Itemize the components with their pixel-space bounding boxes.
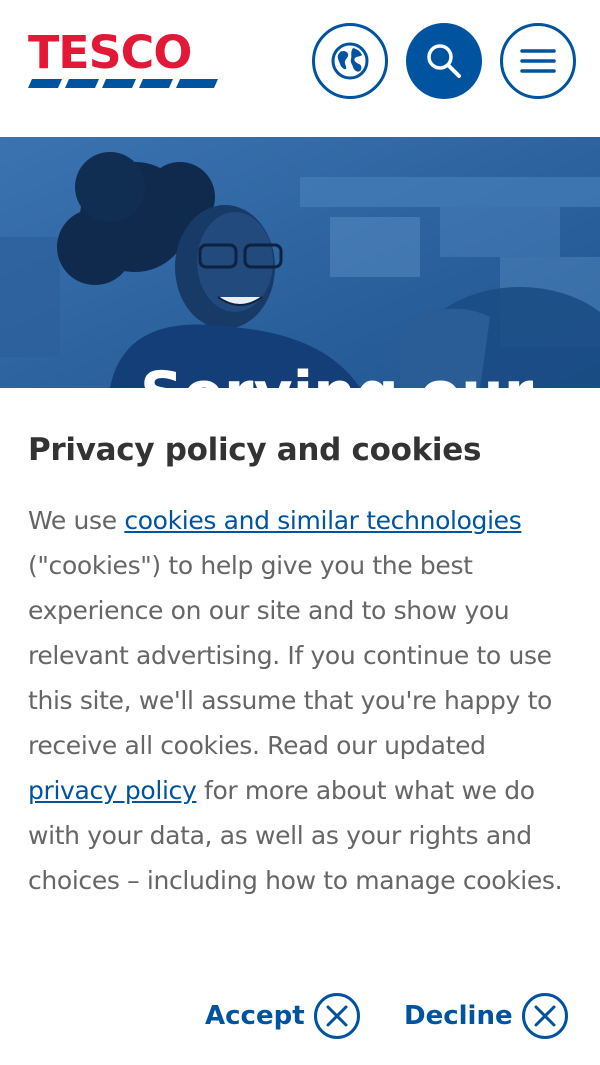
cookie-consent-panel: Privacy policy and cookies We use cookie…	[0, 388, 600, 1065]
hero-banner: Serving our	[0, 137, 600, 388]
cookies-technologies-link[interactable]: cookies and similar technologies	[124, 506, 521, 535]
logo-text: TESCO	[28, 26, 192, 79]
tesco-logo[interactable]: TESCO	[28, 30, 218, 90]
cookie-body-middle: ("cookies") to help give you the best ex…	[28, 551, 552, 760]
search-icon	[427, 44, 461, 78]
hamburger-menu-icon	[520, 49, 556, 73]
decline-label: Decline	[404, 1001, 513, 1031]
accept-label: Accept	[205, 1001, 305, 1031]
accept-button[interactable]: Accept	[205, 991, 361, 1041]
cookie-body-intro: We use	[28, 506, 125, 535]
search-button[interactable]	[406, 23, 482, 99]
hero-image	[0, 137, 600, 388]
decline-button[interactable]: Decline	[404, 991, 569, 1041]
cookie-body-text: We use cookies and similar technologies …	[28, 498, 580, 903]
privacy-policy-link[interactable]: privacy policy	[28, 776, 197, 805]
site-header: TESCO	[0, 0, 600, 137]
menu-button[interactable]	[500, 23, 576, 99]
cookie-title: Privacy policy and cookies	[28, 432, 482, 468]
logo-stripes	[28, 79, 218, 88]
hero-title: Serving our	[140, 359, 533, 388]
globe-icon	[331, 42, 369, 80]
close-circle-icon	[313, 993, 360, 1039]
globe-button[interactable]	[312, 23, 388, 99]
close-circle-icon	[521, 993, 568, 1039]
